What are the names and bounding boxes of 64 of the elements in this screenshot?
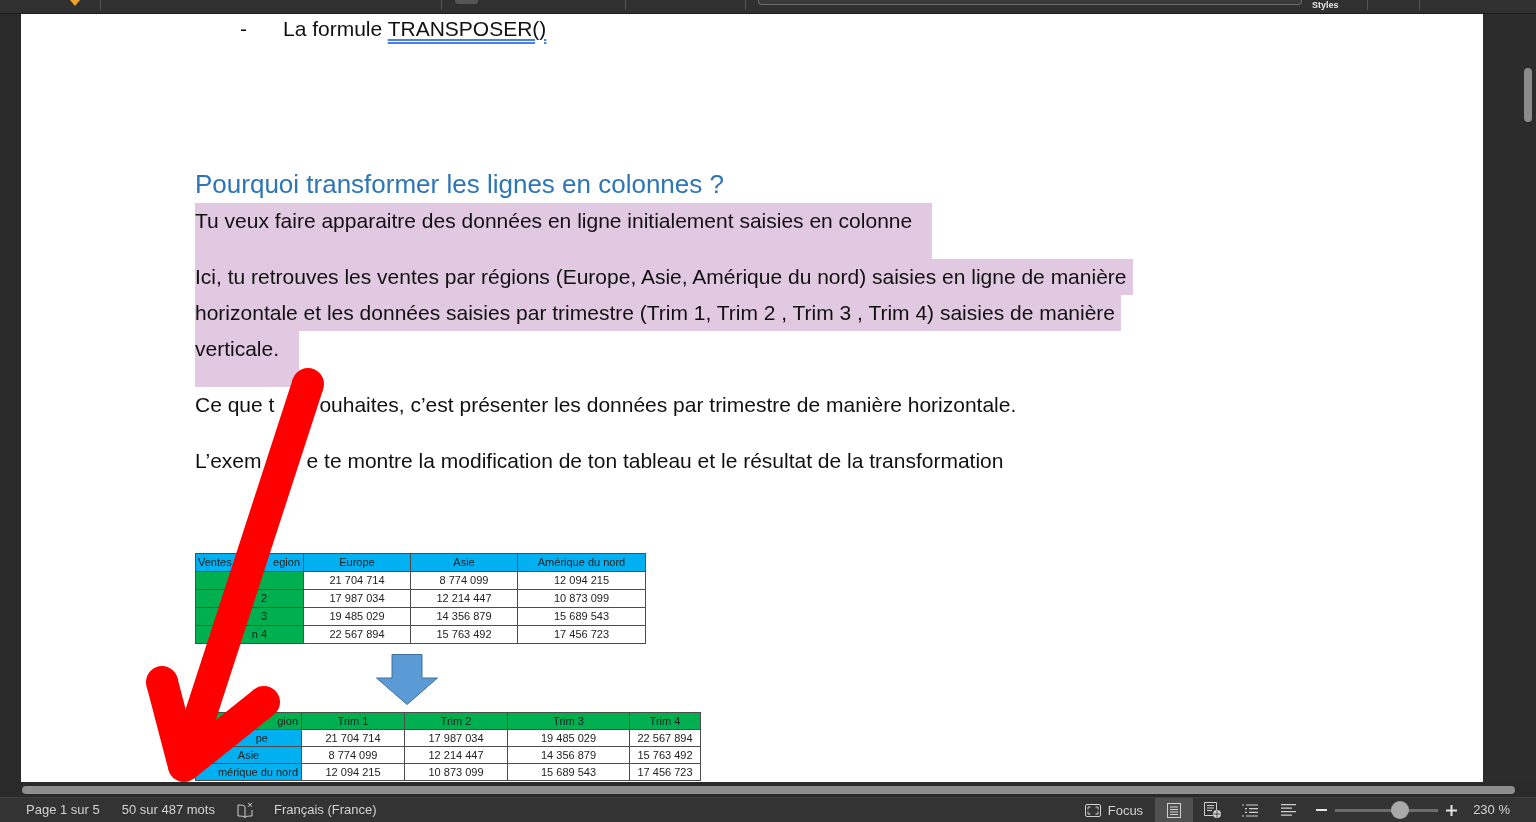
table-cell: 15 689 543 [518,608,645,625]
word-count[interactable]: 50 sur 487 mots [121,802,215,818]
horizontal-scrollbar[interactable] [22,785,1515,794]
paragraph-text: Ce que t [195,392,275,418]
header-text: Ventes [198,555,232,570]
table-cell: 19 485 029 [508,730,629,746]
table-cell: 17 456 723 [518,626,645,643]
plus-icon[interactable] [1446,804,1458,816]
table-cell: 17 987 034 [405,730,507,746]
paragraph-text: ouhaites, c’est présenter les données par trimestre de manière horizontale. [319,392,1017,418]
text-lines-icon [1280,804,1296,816]
paragraph-text: L’exem [195,448,262,474]
paragraph: Tu veux faire apparaitre des données en ligne initialement saisies en colonne [195,203,933,259]
view-button[interactable] [1155,798,1194,822]
table-cell: 12 214 447 [411,590,517,607]
table-cell: 21 704 714 [302,730,404,746]
column-header: Trim 2 [405,713,507,729]
table-cell: 12 214 447 [405,747,507,763]
column-header: Amérique du nord [518,554,645,571]
row-header: mérique du nord [196,764,301,780]
table-cell: 10 873 099 [405,764,507,780]
paragraph-text: e te montre la modification de ton tableau et le résultat de la transformation [306,448,1004,474]
header-text: gion [277,714,298,729]
table-cell: 22 567 894 [630,730,700,746]
focus-icon [1084,803,1101,817]
table-cell: 19 485 029 [304,608,410,625]
table-cell: 22 567 894 [304,626,410,643]
toolbar-label[interactable]: Styles [1312,0,1339,10]
document-icon [1167,802,1182,818]
section-heading: Pourquoi transformer les lignes en colonnes ? [195,168,724,201]
web-page-icon [1203,802,1221,818]
table-cell: 10 873 099 [518,590,645,607]
column-header: Trim 1 [302,713,404,729]
paragraph: Ici, tu retrouves les ventes par régions (Europe, Asie, Amérique du nord) saisies en ligne de manière horizontale et les données saisies par trimestre (Trim 1, Trim 2 , Trim 3 , Trim 4) saisies de manière verticale. [195,259,1133,387]
table-cell: 15 689 543 [508,764,629,780]
bullet-text: La formule TRANSPOSER() [283,16,547,42]
minus-icon[interactable] [1316,809,1328,811]
column-header: Trim 4 [630,713,700,729]
slider-thumb[interactable] [1391,801,1409,819]
header-text: egion [273,555,300,570]
table-cell: 15 763 492 [411,626,517,643]
table-cell: 17 987 034 [304,590,410,607]
table-cell: 12 094 215 [518,572,645,589]
column-header: Asie [411,554,517,571]
language[interactable]: Français (France) [273,802,377,818]
focus-button[interactable]: Focus [1084,800,1144,820]
column-header: Trim 3 [508,713,629,729]
table-cell: 14 356 879 [508,747,629,763]
page-count[interactable]: Page 1 sur 5 [26,802,100,818]
column-header: Europe [304,554,410,571]
table-cell: 15 763 492 [630,747,700,763]
down-arrow-icon [376,654,438,705]
table-cell: 21 704 714 [304,572,410,589]
triangle-icon [70,0,80,6]
outline-list-icon [1242,803,1259,817]
table-cell: 12 094 215 [302,764,404,780]
table-cell: 14 356 879 [411,608,517,625]
table-cell: 8 774 099 [302,747,404,763]
book-icon[interactable] [236,802,254,818]
table-cell: 17 456 723 [630,764,700,780]
table-cell: 8 774 099 [411,572,517,589]
zoom-level[interactable]: 230 % [1473,802,1510,818]
vertical-scrollbar[interactable] [1524,68,1532,122]
bullet-marker: - [240,16,248,42]
